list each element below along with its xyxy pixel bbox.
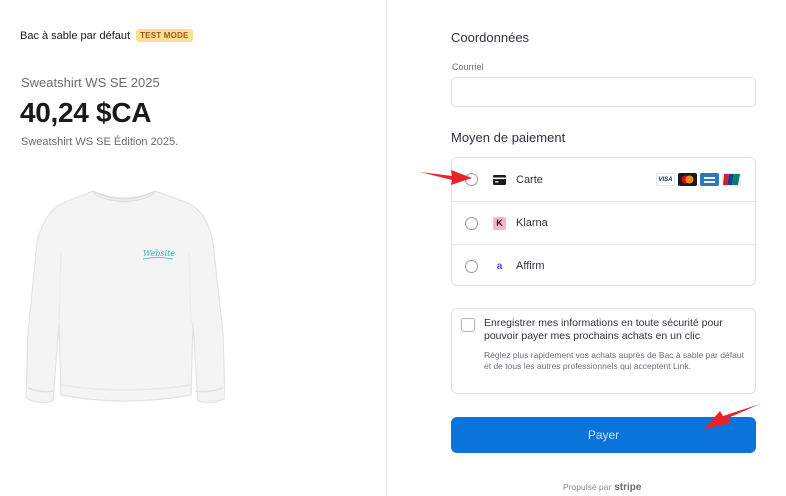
product-description: Sweatshirt WS SE Édition 2025.	[21, 136, 179, 148]
order-summary-panel: Bac à sable par défaut TEST MODE Sweatsh…	[0, 0, 386, 496]
klarna-label: Klarna	[516, 217, 548, 229]
affirm-label: Affirm	[516, 260, 545, 272]
card-brands: VISA	[656, 173, 741, 186]
product-image: Website	[25, 190, 225, 404]
unionpay-icon	[722, 173, 741, 186]
powered-by-stripe[interactable]: Propulsé par stripe	[563, 482, 641, 493]
save-info-description: Réglez plus rapidement vos achats auprès…	[484, 350, 744, 371]
payment-option-klarna[interactable]: K Klarna	[452, 201, 755, 244]
card-icon	[493, 173, 506, 186]
payment-option-card[interactable]: Carte VISA	[452, 158, 755, 201]
klarna-radio[interactable]	[465, 216, 478, 230]
save-info-checkbox[interactable]	[461, 318, 475, 332]
save-info-title: Enregistrer mes informations en toute sé…	[484, 317, 723, 342]
test-mode-badge: TEST MODE	[136, 29, 193, 42]
product-price: 40,24 $CA	[20, 97, 152, 128]
merchant-header: Bac à sable par défaut TEST MODE	[20, 29, 193, 42]
card-label: Carte	[516, 173, 543, 186]
contact-section-title: Coordonnées	[451, 30, 530, 45]
klarna-icon: K	[493, 216, 506, 230]
payment-section-title: Moyen de paiement	[451, 130, 566, 145]
email-label: Courriel	[452, 62, 484, 72]
amex-icon	[700, 173, 719, 186]
powered-by-label: Propulsé par	[563, 482, 612, 492]
mastercard-icon	[678, 173, 697, 186]
stripe-logo: stripe	[614, 482, 642, 493]
affirm-icon: a	[496, 260, 503, 272]
link-save-info-box: Enregistrer mes informations en toute sé…	[451, 308, 756, 394]
visa-icon: VISA	[656, 173, 675, 186]
payment-method-list: Carte VISA K Klarna a Affirm	[451, 157, 756, 286]
email-input[interactable]	[451, 77, 756, 107]
payment-option-affirm[interactable]: a Affirm	[452, 244, 755, 287]
product-name: Sweatshirt WS SE 2025	[21, 75, 160, 90]
product-logo-text: Website	[143, 249, 175, 258]
annotation-arrow-icon	[420, 170, 472, 185]
affirm-radio[interactable]	[465, 259, 478, 273]
annotation-arrow-icon	[704, 404, 760, 429]
merchant-name: Bac à sable par défaut	[20, 29, 131, 42]
